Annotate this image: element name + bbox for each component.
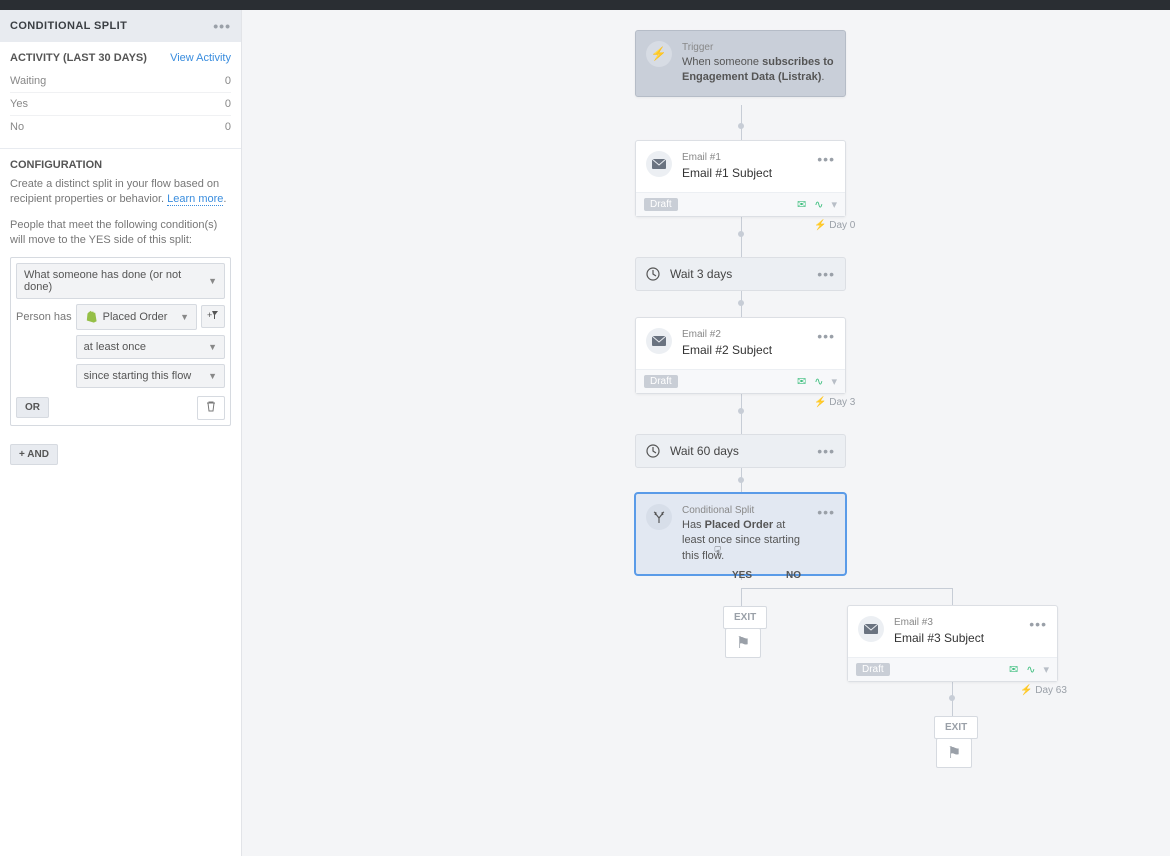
config-section: CONFIGURATION Create a distinct split in… [0,149,241,436]
top-bar [0,0,1170,10]
shopify-icon [84,310,98,324]
activity-header: ACTIVITY (LAST 30 DAYS) [10,52,147,64]
chevron-down-icon: ▼ [180,312,189,322]
flag-button[interactable]: ⚑ [725,628,761,658]
connector-line [952,588,953,606]
learn-more-link[interactable]: Learn more [167,193,223,206]
condition-box: What someone has done (or not done)▼ Per… [10,257,231,426]
connector-dot [738,408,744,414]
email-subject: Email #2 Subject [682,342,807,359]
config-header: CONFIGURATION [10,159,231,171]
svg-text:+: + [207,310,212,320]
yes-label: YES [732,570,752,581]
day-tag: ⚡ Day 3 [814,397,855,408]
split-icon [646,504,672,530]
email-icon [646,151,672,177]
check-icon[interactable]: ✉ [1009,663,1018,676]
more-icon[interactable]: ••• [817,443,835,459]
connector-line [741,588,742,606]
analytics-icon[interactable]: ∿ [814,375,823,388]
and-button[interactable]: + AND [10,444,58,465]
email-2-node[interactable]: Email #2 Email #2 Subject ••• Draft ✉ ∿ ▾ [635,317,846,394]
node-label: Email #2 [682,328,807,342]
delete-condition-button[interactable] [197,396,225,420]
add-filter-button[interactable]: + [201,305,225,328]
email-3-node[interactable]: Email #3 Email #3 Subject ••• Draft ✉ ∿ ▾ [847,605,1058,682]
more-icon[interactable]: ••• [213,18,231,34]
activity-row-no: No0 [10,116,231,138]
bolt-icon: ⚡ [646,41,672,67]
or-button[interactable]: OR [16,397,49,418]
connector-dot [738,300,744,306]
analytics-icon[interactable]: ∿ [1026,663,1035,676]
email-subject: Email #3 Subject [894,630,1019,647]
trigger-node[interactable]: ⚡ Trigger When someone subscribes to Eng… [635,30,846,97]
check-icon[interactable]: ✉ [797,198,806,211]
day-tag: ⚡ Day 0 [814,220,855,231]
view-activity-link[interactable]: View Activity [170,52,231,64]
email-subject: Email #1 Subject [682,165,807,182]
no-label: NO [786,570,801,581]
event-select[interactable]: Placed Order ▼ [76,304,197,330]
sidebar-panel: CONDITIONAL SPLIT ••• ACTIVITY (LAST 30 … [0,10,242,856]
node-label: Trigger [682,41,835,55]
trigger-text: When someone subscribes to Engagement Da… [682,55,835,86]
chevron-down-icon: ▼ [208,371,217,381]
filter-icon[interactable]: ▾ [1043,663,1049,676]
conditional-split-node[interactable]: Conditional Split Has Placed Order at le… [635,493,846,575]
more-icon[interactable]: ••• [817,151,835,182]
wait-1-node[interactable]: Wait 3 days ••• [635,257,846,291]
email-icon [858,616,884,642]
email-1-node[interactable]: Email #1 Email #1 Subject ••• Draft ✉ ∿ ▾ [635,140,846,217]
config-description-2: People that meet the following condition… [10,218,231,249]
node-label: Conditional Split [682,504,807,518]
draft-badge: Draft [644,198,678,211]
filter-icon[interactable]: ▾ [831,198,837,211]
connector-dot [738,123,744,129]
split-text: Has Placed Order at least once since sta… [682,518,807,564]
person-has-label: Person has [16,311,72,323]
connector-dot [738,231,744,237]
filter-icon[interactable]: ▾ [831,375,837,388]
activity-row-waiting: Waiting0 [10,70,231,93]
config-description: Create a distinct split in your flow bas… [10,177,231,208]
more-icon[interactable]: ••• [817,266,835,282]
flow-canvas[interactable]: ⚡ Trigger When someone subscribes to Eng… [242,10,1170,856]
connector-line [741,588,952,589]
analytics-icon[interactable]: ∿ [814,198,823,211]
sidebar-header: CONDITIONAL SPLIT ••• [0,10,241,42]
activity-row-yes: Yes0 [10,93,231,116]
flag-button[interactable]: ⚑ [936,738,972,768]
trash-icon [206,401,216,412]
timeframe-select[interactable]: since starting this flow▼ [76,364,225,388]
more-icon[interactable]: ••• [1029,616,1047,647]
clock-icon [646,444,660,458]
condition-type-select[interactable]: What someone has done (or not done)▼ [16,263,225,299]
activity-section: ACTIVITY (LAST 30 DAYS) View Activity Wa… [0,42,241,149]
clock-icon [646,267,660,281]
chevron-down-icon: ▼ [208,276,217,286]
more-icon[interactable]: ••• [817,504,835,564]
connector-dot [949,695,955,701]
cursor-icon: ☟ [714,544,721,558]
check-icon[interactable]: ✉ [797,375,806,388]
day-tag: ⚡ Day 63 [1020,685,1067,696]
draft-badge: Draft [644,375,678,388]
more-icon[interactable]: ••• [817,328,835,359]
node-label: Email #1 [682,151,807,165]
chevron-down-icon: ▼ [208,342,217,352]
frequency-select[interactable]: at least once▼ [76,335,225,359]
exit-button[interactable]: EXIT [934,716,978,739]
exit-button[interactable]: EXIT [723,606,767,629]
wait-2-node[interactable]: Wait 60 days ••• [635,434,846,468]
filter-icon: + [207,310,219,320]
connector-dot [738,477,744,483]
draft-badge: Draft [856,663,890,676]
sidebar-title: CONDITIONAL SPLIT [10,20,127,32]
email-icon [646,328,672,354]
node-label: Email #3 [894,616,1019,630]
